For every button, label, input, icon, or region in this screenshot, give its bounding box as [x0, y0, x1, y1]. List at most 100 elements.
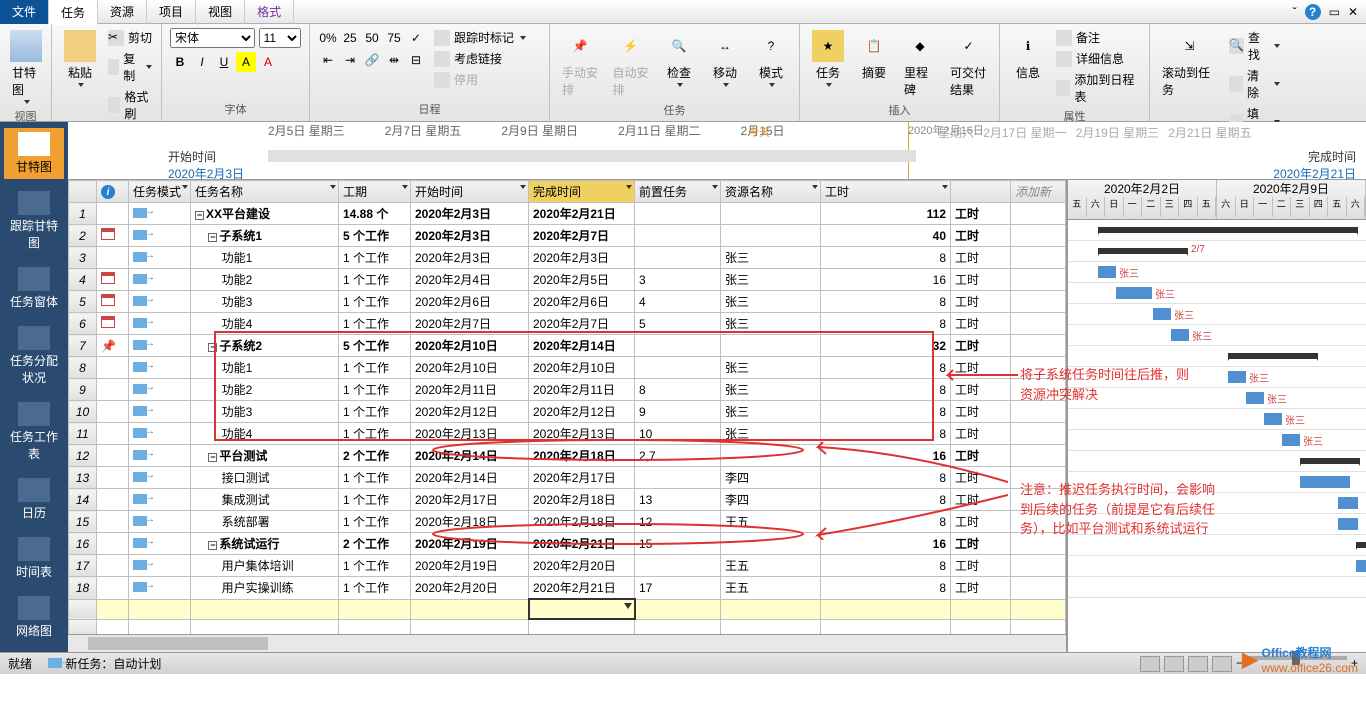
pred-cell[interactable]	[635, 357, 721, 379]
task-row[interactable]: 1 −XX平台建设 14.88 个 2020年2月3日 2020年2月21日 1…	[69, 203, 1066, 225]
work-cell[interactable]: 8	[821, 379, 951, 401]
milestone-button[interactable]: ◆里程碑	[900, 28, 940, 100]
col-rownum[interactable]	[69, 181, 97, 203]
extra-cell[interactable]	[1011, 555, 1066, 577]
name-cell[interactable]: 功能2	[191, 379, 339, 401]
end-cell[interactable]: 2020年2月18日	[529, 511, 635, 533]
pct100-button[interactable]: ✓	[406, 28, 426, 48]
end-cell[interactable]: 2020年2月21日	[529, 533, 635, 555]
row-number[interactable]: 10	[69, 401, 97, 423]
mode-cell[interactable]	[129, 379, 191, 401]
col-mode[interactable]: 任务模式	[129, 181, 191, 203]
res-cell[interactable]: 李四	[721, 467, 821, 489]
end-cell[interactable]: 2020年2月7日	[529, 225, 635, 247]
pct25-button[interactable]: 25	[340, 28, 360, 48]
res-cell[interactable]: 王五	[721, 555, 821, 577]
work-cell[interactable]: 16	[821, 269, 951, 291]
work-cell[interactable]: 8	[821, 467, 951, 489]
mode-cell[interactable]	[129, 467, 191, 489]
task-grid[interactable]: i 任务模式 任务名称 工期 开始时间 完成时间 前置任务 资源名称 工时 添加…	[68, 180, 1066, 652]
help-icon[interactable]: ?	[1305, 4, 1321, 20]
sidebar-task-sheet[interactable]: 任务工作表	[4, 398, 64, 466]
worktype-cell[interactable]: 工时	[951, 291, 1011, 313]
work-cell[interactable]: 8	[821, 247, 951, 269]
task-row[interactable]: 6 功能4 1 个工作 2020年2月7日 2020年2月7日 5 张三 8 工…	[69, 313, 1066, 335]
italic-button[interactable]: I	[192, 52, 212, 72]
mode-cell[interactable]	[129, 511, 191, 533]
pred-cell[interactable]	[635, 203, 721, 225]
info-cell[interactable]	[97, 423, 129, 445]
dur-cell[interactable]: 1 个工作	[339, 313, 411, 335]
name-cell[interactable]: 功能3	[191, 291, 339, 313]
respect-links-button[interactable]: 考虑链接	[432, 49, 528, 68]
tab-file[interactable]: 文件	[0, 0, 49, 24]
extra-cell[interactable]	[1011, 445, 1066, 467]
mode-cell[interactable]	[129, 555, 191, 577]
info-cell[interactable]	[97, 445, 129, 467]
end-cell[interactable]: 2020年2月5日	[529, 269, 635, 291]
end-cell[interactable]: 2020年2月20日	[529, 555, 635, 577]
col-start[interactable]: 开始时间	[411, 181, 529, 203]
gantt-row[interactable]: 2/7	[1068, 241, 1366, 262]
dur-cell[interactable]: 1 个工作	[339, 489, 411, 511]
gantt-bar[interactable]	[1098, 227, 1358, 233]
name-cell[interactable]: −子系统2	[191, 335, 339, 357]
pct75-button[interactable]: 75	[384, 28, 404, 48]
gantt-bar[interactable]	[1356, 560, 1366, 572]
end-cell[interactable]: 2020年2月10日	[529, 357, 635, 379]
dropdown-icon[interactable]	[520, 185, 526, 189]
extra-cell[interactable]	[1011, 247, 1066, 269]
summary-button[interactable]: 📋摘要	[854, 28, 894, 83]
name-cell[interactable]: 功能1	[191, 357, 339, 379]
gantt-bar[interactable]	[1282, 434, 1300, 446]
dur-cell[interactable]: 14.88 个	[339, 203, 411, 225]
row-number[interactable]: 6	[69, 313, 97, 335]
gantt-bar[interactable]	[1098, 266, 1116, 278]
worktype-cell[interactable]: 工时	[951, 401, 1011, 423]
dropdown-icon[interactable]	[182, 185, 188, 189]
mode-cell[interactable]	[129, 445, 191, 467]
worktype-cell[interactable]: 工时	[951, 379, 1011, 401]
info-cell[interactable]	[97, 291, 129, 313]
start-cell[interactable]: 2020年2月11日	[411, 379, 529, 401]
work-cell[interactable]: 8	[821, 423, 951, 445]
dur-cell[interactable]: 1 个工作	[339, 269, 411, 291]
extra-cell[interactable]	[1011, 335, 1066, 357]
work-cell[interactable]: 8	[821, 489, 951, 511]
extra-cell[interactable]	[1011, 313, 1066, 335]
row-number[interactable]: 17	[69, 555, 97, 577]
worktype-cell[interactable]: 工时	[951, 247, 1011, 269]
name-cell[interactable]: 系统部署	[191, 511, 339, 533]
task-row[interactable]: 13 接口测试 1 个工作 2020年2月14日 2020年2月17日 李四 8…	[69, 467, 1066, 489]
work-cell[interactable]: 16	[821, 445, 951, 467]
bold-button[interactable]: B	[170, 52, 190, 72]
collapse-icon[interactable]: −	[195, 211, 204, 220]
selected-cell[interactable]	[529, 599, 635, 619]
collapse-icon[interactable]: −	[208, 453, 217, 462]
tab-task[interactable]: 任务	[49, 0, 98, 25]
pred-cell[interactable]	[635, 335, 721, 357]
pred-cell[interactable]: 8	[635, 379, 721, 401]
pred-cell[interactable]	[635, 467, 721, 489]
pred-cell[interactable]: 13	[635, 489, 721, 511]
row-number[interactable]: 8	[69, 357, 97, 379]
res-cell[interactable]	[721, 533, 821, 555]
pred-cell[interactable]: 12	[635, 511, 721, 533]
bgcolor-button[interactable]: A	[236, 52, 256, 72]
task-row[interactable]: 12 −平台测试 2 个工作 2020年2月14日 2020年2月18日 2,7…	[69, 445, 1066, 467]
view-btn4[interactable]	[1212, 656, 1232, 672]
fontcolor-button[interactable]: A	[258, 52, 278, 72]
info-cell[interactable]	[97, 511, 129, 533]
info-cell[interactable]	[97, 313, 129, 335]
dur-cell[interactable]: 2 个工作	[339, 445, 411, 467]
mode-cell[interactable]	[129, 313, 191, 335]
pred-cell[interactable]: 5	[635, 313, 721, 335]
end-cell[interactable]: 2020年2月14日	[529, 335, 635, 357]
res-cell[interactable]: 张三	[721, 291, 821, 313]
info-cell[interactable]	[97, 489, 129, 511]
row-number[interactable]: 2	[69, 225, 97, 247]
gantt-row[interactable]: 张三	[1068, 262, 1366, 283]
dur-cell[interactable]: 1 个工作	[339, 423, 411, 445]
info-cell[interactable]	[97, 467, 129, 489]
collapse-icon[interactable]: −	[208, 233, 217, 242]
